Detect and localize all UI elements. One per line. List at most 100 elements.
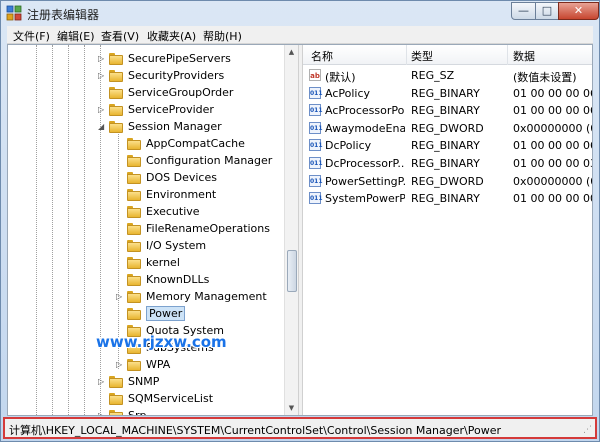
tree-node-label: KnownDLLs xyxy=(146,273,210,286)
tree-node-label: Session Manager xyxy=(128,120,222,133)
value-data-cell: 01 00 00 00 06 00 xyxy=(513,104,592,118)
menu-bar: 文件(F) 编辑(E) 查看(V) 收藏夹(A) 帮助(H) xyxy=(7,26,593,44)
tree-node-label: Memory Management xyxy=(146,290,267,303)
tree-node-label: Executive xyxy=(146,205,200,218)
key-tree[interactable]: ▷ SecurePipeServers ▷ SecurityProviders Serv… xyxy=(8,45,298,415)
tree-node-label: ServiceGroupOrder xyxy=(128,86,234,99)
tree-expander-icon[interactable]: ▷ xyxy=(98,412,106,416)
value-data-cell: 01 00 00 00 06 00 xyxy=(513,86,592,100)
tree-expander-icon xyxy=(116,259,124,267)
menu-favorites[interactable]: 收藏夹(A) xyxy=(147,28,196,44)
menu-edit[interactable]: 编辑(E) xyxy=(57,28,95,44)
folder-icon xyxy=(127,155,141,167)
value-data-cell: 01 00 00 00 03 00 xyxy=(513,157,592,170)
value-row[interactable]: 011DcPolicy REG_BINARY 01 00 00 00 06 00 xyxy=(303,137,592,154)
tree-node-label: AppCompatCache xyxy=(146,137,245,150)
tree-expander-icon[interactable]: ▷ xyxy=(98,378,106,386)
folder-icon xyxy=(109,104,123,116)
tree-node-label: WPA xyxy=(146,358,171,371)
close-button[interactable]: ✕ xyxy=(558,2,599,20)
registry-editor-window: 注册表编辑器 — □ ✕ 文件(F) 编辑(E) 查看(V) 收藏夹(A) 帮助… xyxy=(0,0,600,442)
tree-scrollbar[interactable]: ▲ ▼ xyxy=(284,45,298,415)
tree-expander-icon xyxy=(116,191,124,199)
binary-value-icon: 011 xyxy=(309,104,323,117)
tree-expander-icon[interactable]: ▷ xyxy=(116,361,124,369)
folder-icon xyxy=(127,138,141,150)
tree-expander-icon xyxy=(116,174,124,182)
tree-expander-icon[interactable]: ▷ xyxy=(98,55,106,63)
tree-expander-icon xyxy=(116,208,124,216)
value-row[interactable]: 011AcPolicy REG_BINARY 01 00 00 00 06 00 xyxy=(303,85,592,102)
menu-help[interactable]: 帮助(H) xyxy=(203,28,242,44)
value-name-cell: AcPolicy xyxy=(325,86,371,100)
value-type-cell: REG_SZ xyxy=(411,69,455,82)
column-separator[interactable] xyxy=(507,45,508,65)
binary-value-icon: 011 xyxy=(309,157,323,169)
value-type-cell: REG_BINARY xyxy=(411,192,480,206)
binary-value-icon: 011 xyxy=(309,139,323,152)
column-type-header[interactable]: 类型 xyxy=(411,48,433,64)
tree-node-label: Srp xyxy=(128,409,147,415)
value-list[interactable]: 名称 类型 数据 ab (默认) REG_SZ (数值未设置) 011 AcPolicy R… xyxy=(303,45,592,415)
value-row[interactable]: 011AwaymodeEna... REG_DWORD 0x00000000 (0) xyxy=(303,120,592,137)
folder-icon xyxy=(127,291,141,303)
list-header: 名称 类型 数据 xyxy=(303,45,592,65)
value-name-cell: SystemPowerP... xyxy=(325,192,405,206)
folder-icon xyxy=(109,53,123,65)
value-row[interactable]: 011SystemPowerP... REG_BINARY 01 00 00 00 … xyxy=(303,190,592,207)
registry-app-icon xyxy=(6,5,22,21)
value-row[interactable]: 011 PowerSettingP... REG_DWORD 0x00000000 (… xyxy=(303,173,592,190)
value-type-cell: REG_BINARY xyxy=(411,139,480,153)
status-path: 计算机\HKEY_LOCAL_MACHINE\SYSTEM\CurrentCon… xyxy=(9,424,502,437)
tree-guide-line xyxy=(68,45,69,415)
value-type-cell: REG_BINARY xyxy=(411,86,480,100)
tree-expander-icon[interactable]: ▷ xyxy=(116,293,124,301)
tree-expander-icon[interactable]: ◢ xyxy=(98,123,106,131)
value-data-cell: 0x00000000 (0) xyxy=(513,174,592,188)
binary-value-icon: 011 xyxy=(309,192,323,205)
tree-expander-icon xyxy=(116,225,124,233)
tree-node-label: SecurePipeServers xyxy=(128,52,231,65)
column-separator[interactable] xyxy=(406,45,407,65)
tree-node-label: Environment xyxy=(146,188,217,201)
resize-grip-icon[interactable]: ⋰ xyxy=(583,425,593,435)
value-row[interactable]: ab (默认) REG_SZ (数值未设置) xyxy=(303,67,592,84)
menu-file[interactable]: 文件(F) xyxy=(13,28,50,44)
tree-node-label: I/O System xyxy=(146,239,207,252)
tree-expander-icon xyxy=(116,276,124,284)
title-bar[interactable]: 注册表编辑器 — □ ✕ xyxy=(1,1,599,25)
tree-expander-icon[interactable]: ▷ xyxy=(98,72,106,80)
value-row[interactable]: 011 DcProcessorP... REG_BINARY 01 00 00 00 … xyxy=(303,155,592,172)
folder-icon xyxy=(109,376,123,388)
value-data-cell: (数值未设置) xyxy=(513,71,577,84)
folder-icon xyxy=(109,121,123,133)
folder-icon xyxy=(109,87,123,99)
value-name-cell: PowerSettingP... xyxy=(325,174,405,188)
column-data-header[interactable]: 数据 xyxy=(513,48,535,64)
tree-expander-icon xyxy=(116,242,124,250)
column-name-header[interactable]: 名称 xyxy=(311,48,333,64)
tree-expander-icon[interactable]: ▷ xyxy=(98,106,106,114)
folder-icon xyxy=(109,410,123,415)
value-row[interactable]: 011AcProcessorPo... REG_BINARY 01 00 00 00… xyxy=(303,102,592,119)
folder-icon xyxy=(127,274,141,286)
tree-expander-icon xyxy=(116,310,124,318)
maximize-button[interactable]: □ xyxy=(535,2,559,20)
tree-expander-icon xyxy=(98,89,106,97)
tree-expander-icon xyxy=(116,157,124,165)
status-bar: 计算机\HKEY_LOCAL_MACHINE\SYSTEM\CurrentCon… xyxy=(3,417,597,439)
scroll-down-icon[interactable]: ▼ xyxy=(285,401,298,415)
tree-scroll-thumb[interactable] xyxy=(287,250,297,292)
value-data-cell: 01 00 00 00 06 00 xyxy=(513,139,592,153)
folder-icon xyxy=(127,189,141,201)
folder-icon xyxy=(127,308,141,320)
tree-guide-line xyxy=(36,45,37,415)
value-type-cell: REG_DWORD xyxy=(411,121,484,135)
scroll-up-icon[interactable]: ▲ xyxy=(285,45,298,59)
folder-icon xyxy=(127,257,141,269)
minimize-button[interactable]: — xyxy=(511,2,536,20)
tree-guide-line xyxy=(84,45,85,415)
tree-node-label: Power xyxy=(146,306,186,321)
menu-view[interactable]: 查看(V) xyxy=(101,28,139,44)
tree-guide-line xyxy=(100,45,101,415)
